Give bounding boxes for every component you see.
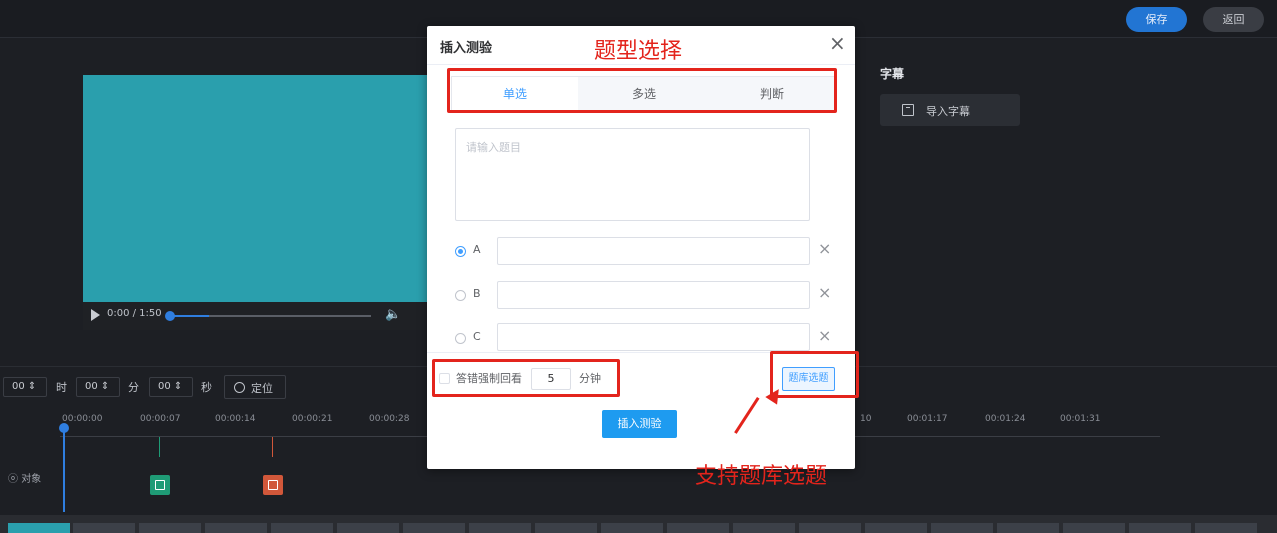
thumbnail[interactable] [1063,523,1125,533]
progress-handle[interactable] [165,311,175,321]
option-b-radio[interactable] [455,290,466,301]
tick-label: 10 [860,414,872,424]
tick-label: 00:01:17 [907,414,948,424]
option-c-radio[interactable] [455,333,466,344]
second-input[interactable]: 00 ⇕ [149,377,193,397]
tick-label: 00:00:21 [292,414,333,424]
text-icon [902,104,914,116]
document-icon [268,480,278,490]
tick-label: 00:00:14 [215,414,256,424]
hour-unit: 时 [56,381,67,394]
delete-option-a-icon[interactable]: × [818,239,831,258]
thumbnail[interactable] [667,523,729,533]
tick-label: 00:00:28 [369,414,410,424]
play-icon[interactable] [91,309,100,321]
thumbnail[interactable] [73,523,135,533]
question-placeholder: 请输入题目 [466,141,521,154]
object-track-label: ⓞ 对象 [8,474,42,485]
tick-label: 00:01:24 [985,414,1026,424]
thumbnail[interactable] [337,523,399,533]
volume-icon[interactable]: 🔈 [385,307,401,322]
hour-value: 00 [12,381,25,392]
save-button[interactable]: 保存 [1126,7,1187,32]
marker-stem [159,437,160,457]
image-icon [155,480,165,490]
minute-input[interactable]: 00 ⇕ [76,377,120,397]
option-c-letter: C [473,330,481,343]
tick-label: 00:00:07 [140,414,181,424]
video-preview[interactable] [83,75,431,330]
thumbnail[interactable] [205,523,267,533]
hour-input[interactable]: 00 ⇕ [3,377,47,397]
progress-fill [173,315,209,317]
thumbnail[interactable] [601,523,663,533]
target-icon [234,382,245,393]
insert-quiz-button[interactable]: 插入测验 [602,410,677,438]
option-b-input[interactable] [497,281,810,309]
import-subtitle-button[interactable]: 导入字幕 [880,94,1020,126]
annotation-box-tabs [447,68,837,113]
video-time: 0:00 / 1:50 [107,308,162,319]
thumbnail[interactable] [271,523,333,533]
thumbnail[interactable] [535,523,597,533]
second-unit: 秒 [201,381,212,394]
object-track-text: 对象 [21,474,42,485]
annotation-box-bank [770,351,859,398]
playhead-handle[interactable] [59,423,69,433]
thumbnail[interactable] [139,523,201,533]
thumbnail[interactable] [931,523,993,533]
thumbnail[interactable] [997,523,1059,533]
marker-stem [272,437,273,457]
playhead-line[interactable] [63,430,65,512]
image-marker[interactable] [150,475,170,495]
locate-button[interactable]: 定位 [224,375,286,399]
delete-option-c-icon[interactable]: × [818,326,831,345]
tick-label: 00:00:00 [62,414,103,424]
thumbnail[interactable] [733,523,795,533]
video-controls: 0:00 / 1:50 🔈 [83,302,431,330]
thumbnail[interactable] [1129,523,1191,533]
tick-label: 00:01:31 [1060,414,1101,424]
annotation-type-select: 题型选择 [594,39,683,64]
document-marker[interactable] [263,475,283,495]
option-a-input[interactable] [497,237,810,265]
option-a-radio[interactable] [455,246,466,257]
import-subtitle-label: 导入字幕 [926,105,970,118]
minute-unit: 分 [128,381,139,394]
option-c-input[interactable] [497,323,810,351]
thumbnail[interactable] [865,523,927,533]
minute-value: 00 [85,381,98,392]
annotation-bank-support: 支持题库选题 [695,464,828,489]
back-button[interactable]: 返回 [1203,7,1264,32]
thumbnail[interactable] [1195,523,1257,533]
delete-option-b-icon[interactable]: × [818,283,831,302]
second-value: 00 [158,381,171,392]
annotation-box-review [432,359,620,397]
option-b-letter: B [473,287,481,300]
thumbnail[interactable] [403,523,465,533]
option-a-letter: A [473,243,481,256]
close-icon[interactable]: × [829,31,846,55]
locate-label: 定位 [251,382,273,395]
thumbnail[interactable] [8,523,70,533]
thumbnail[interactable] [469,523,531,533]
thumbnail[interactable] [799,523,861,533]
question-input[interactable]: 请输入题目 [455,128,810,221]
dialog-title: 插入测验 [440,41,493,56]
subtitle-section-title: 字幕 [880,67,905,81]
